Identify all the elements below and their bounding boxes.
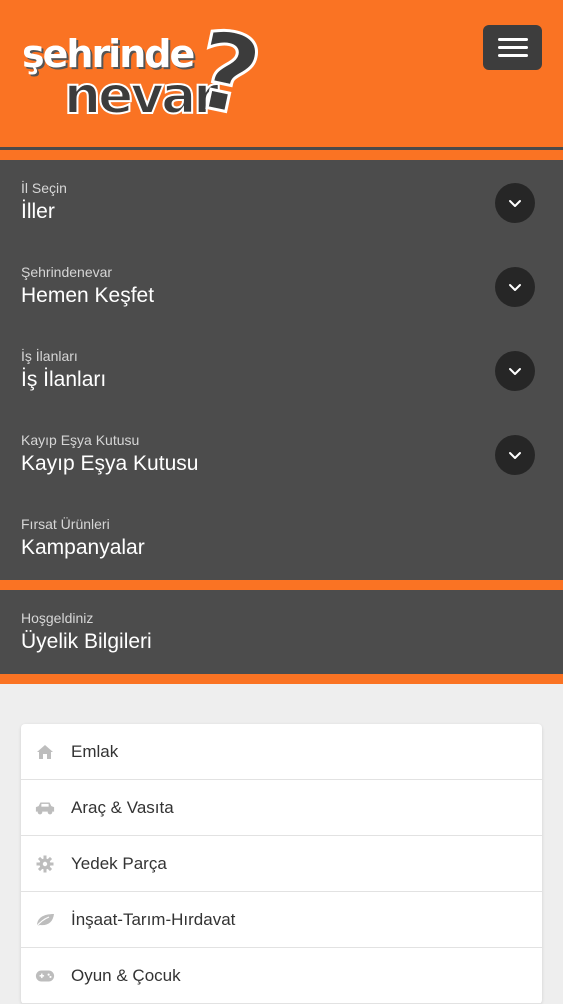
nav-item-sublabel: İl Seçin	[21, 180, 67, 196]
hamburger-icon-bar	[497, 46, 528, 49]
nav-item-kayip-esya[interactable]: Kayıp Eşya Kutusu Kayıp Eşya Kutusu	[0, 412, 563, 496]
nav-item-iller[interactable]: İl Seçin İller	[0, 160, 563, 244]
nav-item-sublabel: İş İlanları	[21, 348, 78, 364]
category-label: Araç & Vasıta	[71, 797, 174, 817]
nav-item-label: İş İlanları	[21, 368, 107, 391]
category-label: Oyun & Çocuk	[71, 965, 181, 985]
orange-divider	[0, 150, 563, 160]
car-icon	[35, 798, 55, 818]
chevron-down-icon[interactable]	[495, 351, 535, 391]
nav-item-sublabel: Şehrindenevar	[21, 264, 113, 280]
membership-link[interactable]: Hoşgeldiniz Üyelik Bilgileri	[0, 590, 563, 674]
chevron-down-icon[interactable]	[495, 435, 535, 475]
chevron-down-icon[interactable]	[495, 183, 535, 223]
welcome-sublabel: Hoşgeldiniz	[21, 610, 94, 626]
category-item-arac[interactable]: Araç & Vasıta	[21, 780, 542, 836]
nav-item-kampanyalar[interactable]: Fırsat Ürünleri Kampanyalar	[0, 496, 563, 580]
nav-item-label: Hemen Keşfet	[21, 284, 155, 307]
nav-item-sublabel: Fırsat Ürünleri	[21, 516, 110, 532]
logo-question-mark: ?	[182, 5, 272, 143]
orange-divider	[0, 674, 563, 684]
nav-item-hemen-kesfet[interactable]: Şehrindenevar Hemen Keşfet	[0, 244, 563, 328]
category-item-oyun-cocuk[interactable]: Oyun & Çocuk	[21, 948, 542, 1004]
category-item-emlak[interactable]: Emlak	[21, 724, 542, 780]
orange-divider	[0, 580, 563, 590]
category-item-yedek-parca[interactable]: Yedek Parça	[21, 836, 542, 892]
category-label: İnşaat-Tarım-Hırdavat	[71, 909, 236, 929]
category-label: Yedek Parça	[71, 853, 167, 873]
nav-item-is-ilanlari[interactable]: İş İlanları İş İlanları	[0, 328, 563, 412]
gear-icon	[35, 854, 55, 874]
category-label: Emlak	[71, 741, 119, 761]
hamburger-menu-button[interactable]	[483, 25, 542, 70]
hamburger-icon-bar	[497, 38, 528, 41]
welcome-label: Üyelik Bilgileri	[21, 630, 152, 653]
leaf-icon	[35, 910, 55, 930]
category-item-insaat[interactable]: İnşaat-Tarım-Hırdavat	[21, 892, 542, 948]
site-header: şehrinde nevar ?	[0, 0, 563, 150]
home-icon	[35, 742, 55, 762]
nav-item-label: Kayıp Eşya Kutusu	[21, 452, 199, 475]
nav-item-label: Kampanyalar	[21, 536, 145, 559]
gamepad-icon	[35, 966, 55, 986]
hamburger-icon-bar	[497, 54, 528, 57]
main-content: Emlak Araç & Vasıta Yedek Parça İnşaat-T…	[0, 684, 563, 1004]
nav-menu: İl Seçin İller Şehrindenevar Hemen Keşfe…	[0, 160, 563, 580]
nav-item-label: İller	[21, 200, 55, 223]
category-list: Emlak Araç & Vasıta Yedek Parça İnşaat-T…	[21, 724, 542, 1004]
site-logo[interactable]: şehrinde nevar ?	[18, 5, 272, 143]
chevron-down-icon[interactable]	[495, 267, 535, 307]
nav-item-sublabel: Kayıp Eşya Kutusu	[21, 432, 140, 448]
